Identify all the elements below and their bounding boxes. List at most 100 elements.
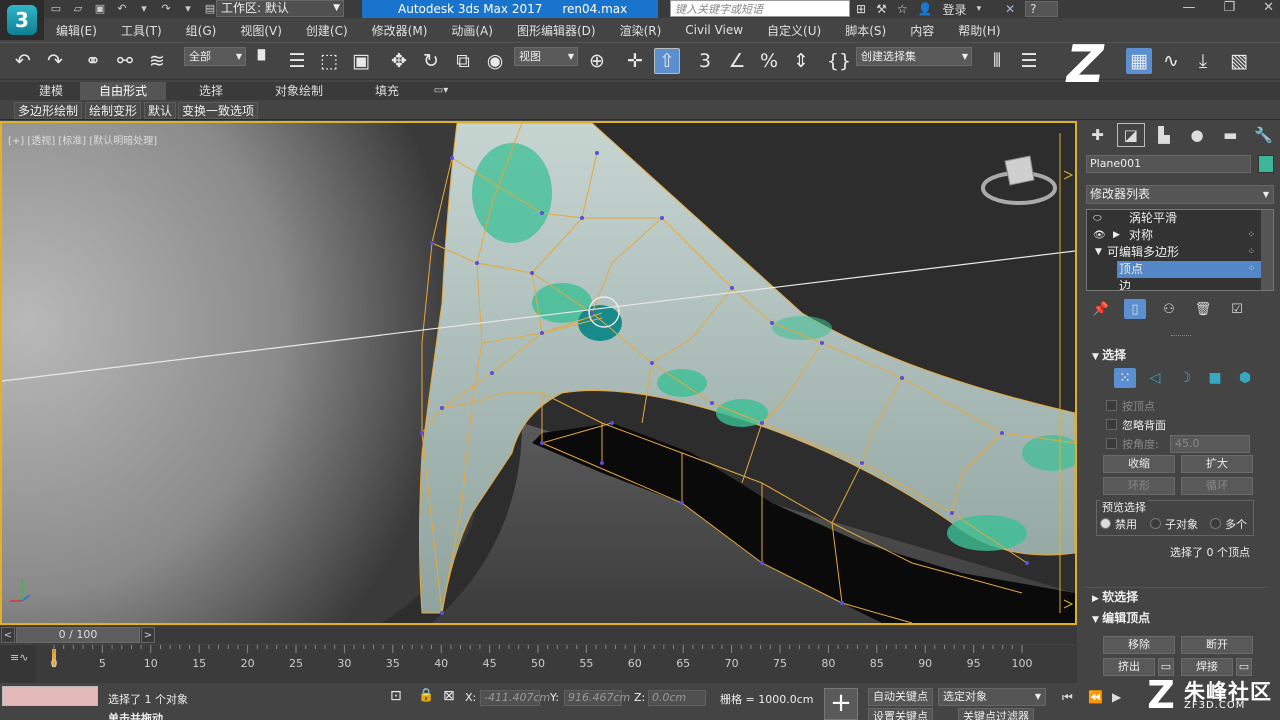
menu-item-views[interactable]: 视图(V) <box>228 22 294 39</box>
tab-selection[interactable]: 选择 <box>186 82 236 100</box>
bind-spacewarp-icon[interactable]: ≋ <box>144 48 170 74</box>
menu-item-civil-view[interactable]: Civil View <box>673 23 755 37</box>
bulb-icon[interactable]: ⬭ <box>1093 210 1102 227</box>
time-slider[interactable]: < 0 / 100 > <box>0 626 1077 644</box>
preview-multi-radio[interactable]: 多个 <box>1210 516 1247 532</box>
tab-object-paint[interactable]: 对象绘制 <box>262 82 336 100</box>
border-mode-icon[interactable]: ☽ <box>1174 368 1196 388</box>
menu-item-content[interactable]: 内容 <box>898 22 946 39</box>
stack-item-turbosmooth[interactable]: ⬭ 涡轮平滑 <box>1087 210 1273 227</box>
login-button[interactable]: 登录 <box>943 1 967 18</box>
unlink-icon[interactable]: ⚯ <box>112 48 138 74</box>
material-editor-icon[interactable]: ▧ <box>1226 48 1252 74</box>
stack-scrollbar[interactable] <box>1261 210 1273 290</box>
selection-filter-dropdown[interactable]: 全部 ▼ <box>184 47 246 66</box>
close-icon[interactable]: ✕ <box>1263 0 1274 15</box>
spinner-snap-icon[interactable]: ⇕ <box>788 48 814 74</box>
menu-item-group[interactable]: 组(G) <box>174 22 229 39</box>
preview-off-radio[interactable]: 禁用 <box>1100 516 1137 532</box>
ignore-backfacing-checkbox[interactable]: 忽略背面 <box>1106 417 1166 433</box>
perspective-viewport[interactable]: [+] [透视] [标准] [默认明暗处理] <box>0 121 1077 625</box>
create-tab-icon[interactable]: ✚ <box>1084 123 1112 147</box>
menu-item-animation[interactable]: 动画(A) <box>439 22 505 39</box>
schematic-view-icon[interactable]: ⤓ <box>1190 48 1216 74</box>
preview-subobject-radio[interactable]: 子对象 <box>1150 516 1198 532</box>
next-frame-icon[interactable]: > <box>141 627 155 643</box>
edge-mode-icon[interactable]: ◁ <box>1144 368 1166 388</box>
isolate-selection-icon[interactable]: ⊡ <box>390 688 402 704</box>
pin-stack-icon[interactable]: 📌 <box>1090 299 1112 319</box>
z-coordinate-field[interactable]: 0.0cm <box>648 690 706 706</box>
menu-item-rendering[interactable]: 渲染(R) <box>608 22 674 39</box>
new-file-icon[interactable]: ▭ <box>48 1 64 16</box>
modifier-list-dropdown[interactable]: 修改器列表 ▼ <box>1086 185 1274 204</box>
search-input[interactable]: 键入关键字或短语 <box>670 0 850 17</box>
snaps-toggle-icon[interactable]: 3 <box>692 48 718 74</box>
maximize-icon[interactable]: ❐ <box>1223 0 1235 15</box>
star-icon[interactable]: ☆ <box>897 2 908 16</box>
tab-populate[interactable]: 填充 <box>362 82 412 100</box>
exchange-icon[interactable]: ⚒ <box>876 2 887 16</box>
minimize-icon[interactable]: — <box>1182 0 1195 15</box>
redo-icon[interactable]: ↷ <box>158 1 174 16</box>
menu-item-help[interactable]: 帮助(H) <box>946 22 1012 39</box>
help-dropdown[interactable]: ? <box>1025 1 1058 17</box>
binoculars-icon[interactable]: ⊞ <box>856 2 866 16</box>
redo-icon[interactable]: ↷ <box>42 48 68 74</box>
dropdown-icon[interactable]: ▾ <box>180 1 196 16</box>
prev-frame-icon[interactable]: < <box>1 627 15 643</box>
stack-item-edge[interactable]: 边 <box>1087 278 1273 290</box>
mirror-icon[interactable]: ⫴ <box>984 48 1010 74</box>
vertex-mode-icon[interactable]: ⁙ <box>1114 368 1136 388</box>
curve-editor-icon[interactable]: ∿ <box>1158 48 1184 74</box>
loop-button[interactable]: 循环 <box>1181 477 1253 495</box>
shrink-button[interactable]: 收缩 <box>1103 455 1175 473</box>
make-unique-icon[interactable]: ⚇ <box>1158 299 1180 319</box>
panel-paint-deform[interactable]: 绘制变形 <box>85 102 142 119</box>
placement-icon[interactable]: ◉ <box>482 48 508 74</box>
select-by-name-icon[interactable]: ☰ <box>284 48 310 74</box>
user-icon[interactable]: 👤 <box>918 2 933 16</box>
chevron-right-icon[interactable]: ▶ <box>1113 227 1120 244</box>
auto-key-button[interactable]: 自动关键点 <box>868 688 933 706</box>
key-filters-button[interactable]: 关键点过滤器 <box>958 708 1034 720</box>
rotate-icon[interactable]: ↻ <box>418 48 444 74</box>
grow-button[interactable]: 扩大 <box>1181 455 1253 473</box>
pivot-center-icon[interactable]: ⊕ <box>584 48 610 74</box>
dropdown-icon[interactable]: ▾ <box>977 4 982 14</box>
reference-coordinate-dropdown[interactable]: 视图 ▼ <box>514 47 578 66</box>
ring-button[interactable]: 环形 <box>1103 477 1175 495</box>
menu-item-graph-editors[interactable]: 图形编辑器(D) <box>505 22 608 39</box>
panel-defaults[interactable]: 默认 <box>144 102 177 119</box>
undo-icon[interactable]: ↶ <box>114 1 130 16</box>
move-icon[interactable]: ✥ <box>386 48 412 74</box>
save-icon[interactable]: ▣ <box>92 1 108 16</box>
x-coordinate-field[interactable]: -411.407cm <box>480 690 550 706</box>
rectangular-selection-icon[interactable]: ⬚ <box>316 48 342 74</box>
link-icon[interactable]: ⚭ <box>80 48 106 74</box>
menu-item-tools[interactable]: 工具(T) <box>109 22 174 39</box>
dropdown-icon[interactable]: ▾ <box>136 1 152 16</box>
eye-icon[interactable]: 👁 <box>1093 227 1106 244</box>
show-end-result-icon[interactable]: ▯ <box>1124 299 1146 319</box>
lock-icon[interactable]: 🔒 <box>418 688 434 703</box>
add-time-tag-icon[interactable]: + <box>824 688 858 720</box>
open-file-icon[interactable]: ▱ <box>70 1 86 16</box>
angle-spinner[interactable]: 45.0 <box>1170 435 1250 453</box>
utilities-tab-icon[interactable]: 🔧 <box>1249 123 1277 147</box>
set-key-button[interactable]: 设置关键点 <box>868 708 933 720</box>
weld-settings-icon[interactable]: ▭ <box>1236 658 1252 676</box>
stack-item-editable-poly[interactable]: ▼ 可编辑多边形 ⁘ <box>1087 244 1273 261</box>
break-button[interactable]: 断开 <box>1181 636 1253 654</box>
weld-button[interactable]: 焊接 <box>1181 658 1233 676</box>
y-coordinate-field[interactable]: 916.467cm <box>564 690 630 706</box>
modify-tab-icon[interactable]: ◪ <box>1116 123 1145 147</box>
scale-icon[interactable]: ⧉ <box>450 48 476 74</box>
polygon-mode-icon[interactable]: ■ <box>1204 368 1226 388</box>
object-name-field[interactable]: Plane001 <box>1086 155 1251 173</box>
selection-rollout-header[interactable]: ▼ 选择 <box>1086 346 1266 364</box>
percent-snap-icon[interactable]: % <box>756 48 782 74</box>
play-icon[interactable]: ▶ <box>1112 690 1121 704</box>
selected-set-dropdown[interactable]: 选定对象 ▼ <box>938 688 1046 706</box>
by-angle-checkbox[interactable]: 按角度: <box>1106 436 1159 452</box>
